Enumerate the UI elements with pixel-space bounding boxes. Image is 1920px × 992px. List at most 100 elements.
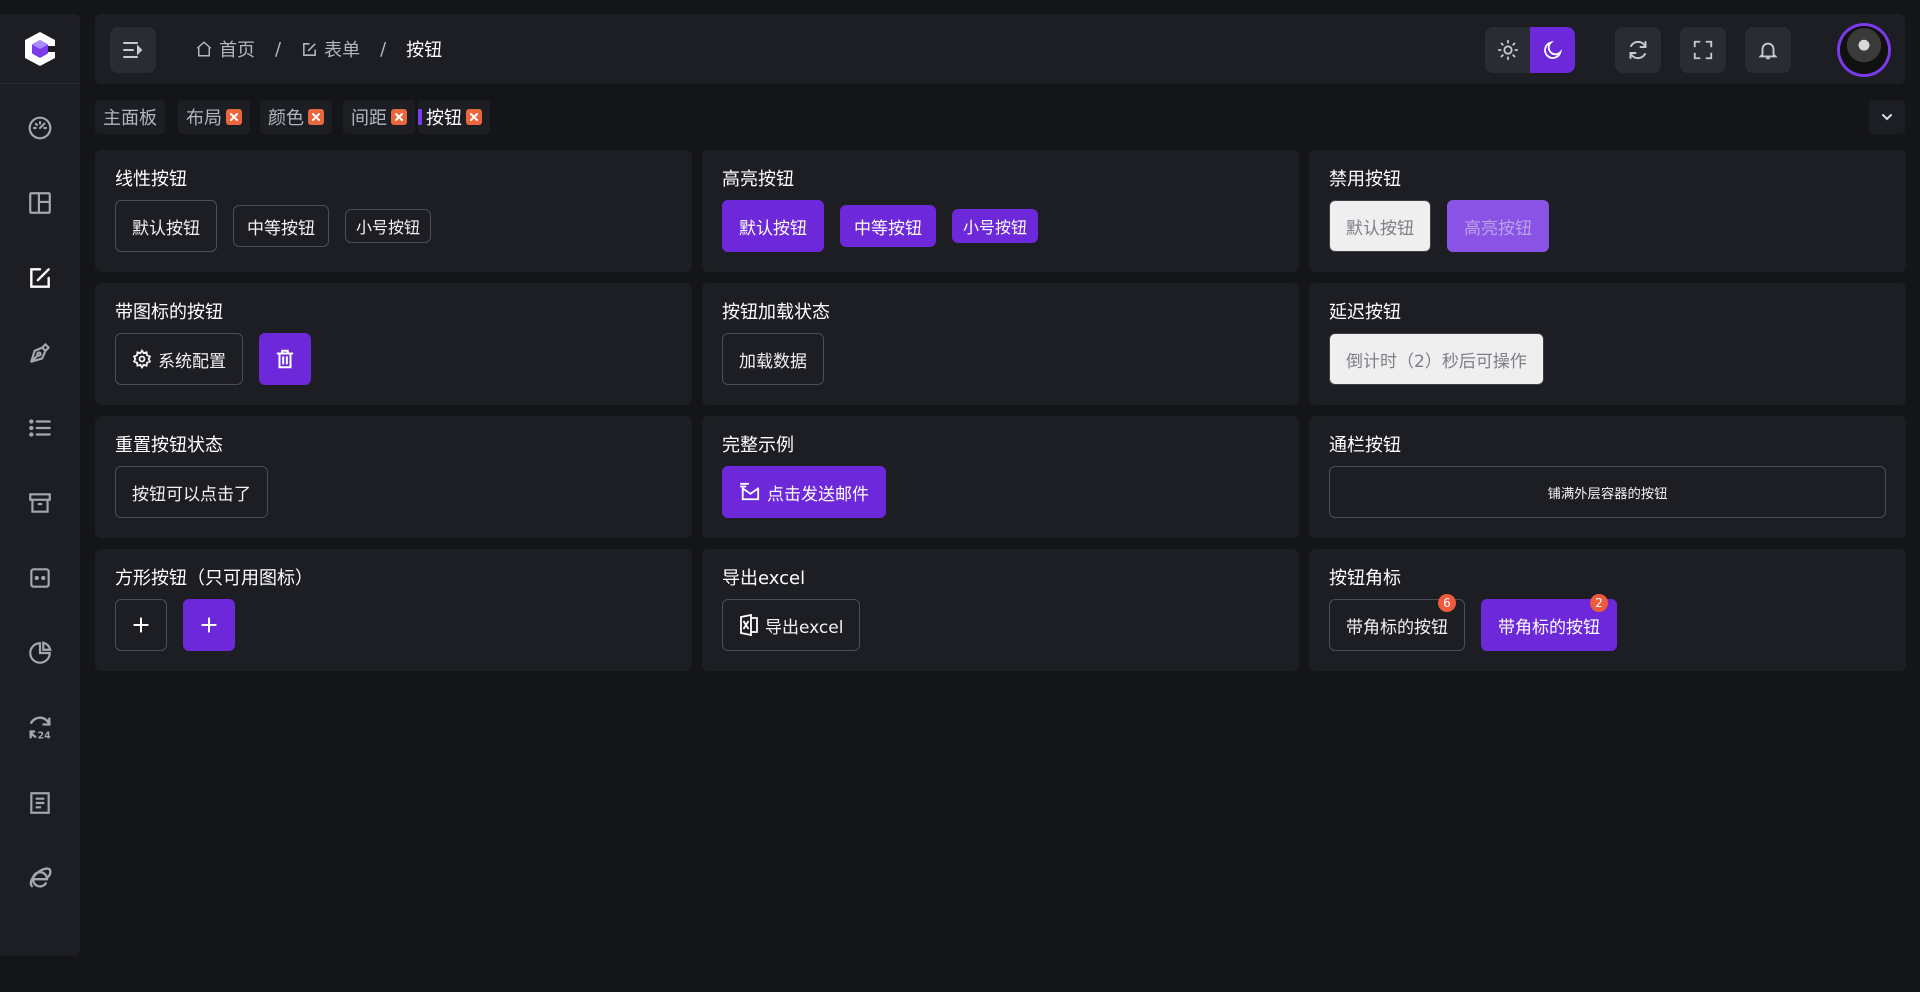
light-theme-button[interactable] (1485, 27, 1530, 73)
count-badge: 2 (1590, 594, 1608, 612)
count-badge: 6 (1438, 594, 1456, 612)
home-icon (196, 41, 212, 57)
medium-outline-button[interactable]: 中等按钮 (233, 205, 329, 247)
tab-spacing[interactable]: 间距 (343, 100, 415, 134)
tab-label: 布局 (186, 108, 222, 129)
breadcrumb-form[interactable]: 表单 (301, 36, 360, 62)
tab-close-button[interactable] (391, 109, 407, 125)
badge-outline-button[interactable]: 带角标的按钮 6 (1329, 594, 1465, 651)
card-reset-buttons: 重置按钮状态 按钮可以点击了 (95, 416, 692, 538)
close-icon (470, 113, 478, 121)
sidebar-item-document[interactable] (12, 765, 68, 840)
sidebar-item-archive[interactable] (12, 465, 68, 540)
document-icon (30, 791, 50, 814)
ie-browser-icon (29, 866, 52, 887)
breadcrumb-current: 按钮 (406, 36, 442, 62)
collapse-sidebar-button[interactable] (110, 27, 156, 73)
breadcrumb-form-label: 表单 (324, 40, 361, 61)
bell-icon (1758, 42, 1778, 60)
card-outline-buttons: 线性按钮 默认按钮 中等按钮 小号按钮 (95, 150, 692, 272)
card-icon-buttons: 带图标的按钮 系统配置 (95, 283, 692, 405)
default-primary-button[interactable]: 默认按钮 (722, 200, 824, 252)
tab-label: 主面板 (103, 108, 157, 129)
square-add-outline-button[interactable] (115, 599, 167, 651)
layout-icon (29, 191, 51, 214)
cube-logo-icon (25, 31, 55, 66)
send-email-button[interactable]: 点击发送邮件 (722, 466, 886, 518)
tab-label: 按钮 (426, 108, 462, 129)
card-title: 禁用按钮 (1329, 169, 1401, 190)
close-icon (230, 113, 238, 121)
sidebar-item-pen[interactable] (12, 315, 68, 390)
export-excel-label: 导出excel (765, 617, 844, 638)
tab-label: 间距 (351, 108, 387, 129)
user-avatar[interactable] (1840, 26, 1888, 74)
dark-theme-button[interactable] (1530, 27, 1575, 73)
sidebar-item-chat[interactable] (12, 540, 68, 615)
card-loading-buttons: 按钮加载状态 加载数据 (702, 283, 1299, 405)
small-primary-button[interactable]: 小号按钮 (952, 209, 1039, 243)
dashboard-gauge-icon (28, 116, 52, 139)
gear-icon (132, 349, 152, 369)
refresh-button[interactable] (1615, 27, 1661, 73)
load-data-button[interactable]: 加载数据 (722, 333, 824, 385)
system-config-button[interactable]: 系统配置 (115, 333, 243, 385)
card-title: 导出excel (722, 568, 806, 589)
card-export-excel: 导出excel 导出excel (702, 549, 1299, 671)
default-outline-button[interactable]: 默认按钮 (115, 200, 217, 252)
fullscreen-button[interactable] (1680, 27, 1726, 73)
card-title: 完整示例 (722, 435, 794, 456)
delete-button[interactable] (259, 333, 311, 385)
card-square-buttons: 方形按钮（只可用图标） (95, 549, 692, 671)
card-title: 延迟按钮 (1329, 302, 1401, 323)
breadcrumb-home[interactable]: 首页 (195, 36, 255, 62)
card-title: 通栏按钮 (1329, 435, 1401, 456)
sidebar-item-layout[interactable] (12, 165, 68, 240)
tab-close-button[interactable] (308, 109, 324, 125)
svg-text:24: 24 (38, 730, 51, 741)
form-edit-icon (30, 267, 50, 288)
reset-clickable-button[interactable]: 按钮可以点击了 (115, 466, 268, 518)
square-add-primary-button[interactable] (183, 599, 235, 651)
breadcrumb: 首页 / 表单 / 按钮 (195, 14, 442, 84)
tab-layout[interactable]: 布局 (178, 100, 250, 134)
breadcrumb-home-label: 首页 (219, 40, 255, 61)
tab-close-button[interactable] (466, 109, 482, 125)
sidebar-item-list[interactable] (12, 390, 68, 465)
tab-dashboard[interactable]: 主面板 (95, 100, 165, 134)
countdown-button: 倒计时（2）秒后可操作 (1329, 333, 1544, 385)
sidebar-item-form[interactable] (12, 240, 68, 315)
tab-close-button[interactable] (226, 109, 242, 125)
badge-primary-button[interactable]: 带角标的按钮 2 (1481, 594, 1617, 651)
menu-collapse-icon (123, 42, 143, 58)
card-title: 方形按钮（只可用图标） (115, 568, 313, 589)
sidebar-item-24h[interactable]: 24 (12, 690, 68, 765)
full-width-button[interactable]: 铺满外层容器的按钮 (1329, 466, 1886, 518)
disabled-default-button: 默认按钮 (1329, 200, 1431, 252)
chevron-down-icon (1882, 114, 1892, 121)
card-badge-buttons: 按钮角标 带角标的按钮 6 带角标的按钮 2 (1309, 549, 1906, 671)
medium-primary-button[interactable]: 中等按钮 (840, 205, 936, 247)
tab-color[interactable]: 颜色 (260, 100, 332, 134)
export-excel-button[interactable]: 导出excel (722, 599, 861, 651)
sidebar-item-dashboard[interactable] (12, 90, 68, 165)
moon-icon (1543, 40, 1562, 59)
mail-send-icon (740, 482, 760, 501)
list-icon (29, 418, 51, 437)
logo[interactable] (0, 14, 80, 84)
excel-file-icon (740, 614, 758, 636)
small-outline-button[interactable]: 小号按钮 (345, 209, 432, 243)
sidebar-item-ie[interactable] (12, 840, 68, 915)
tab-button[interactable]: 按钮 (418, 100, 490, 134)
card-disabled-buttons: 禁用按钮 默认按钮 高亮按钮 (1309, 150, 1906, 272)
sidebar-item-chart[interactable] (12, 615, 68, 690)
badge-button-label: 带角标的按钮 (1498, 617, 1600, 638)
sidebar-nav: 24 (0, 84, 80, 915)
tab-menu-button[interactable] (1869, 100, 1905, 134)
disabled-primary-button: 高亮按钮 (1447, 200, 1549, 252)
theme-toggle (1485, 27, 1575, 73)
sun-icon (1497, 39, 1518, 61)
card-title: 按钮加载状态 (722, 302, 830, 323)
notifications-button[interactable] (1745, 27, 1791, 73)
card-full-example: 完整示例 点击发送邮件 (702, 416, 1299, 538)
